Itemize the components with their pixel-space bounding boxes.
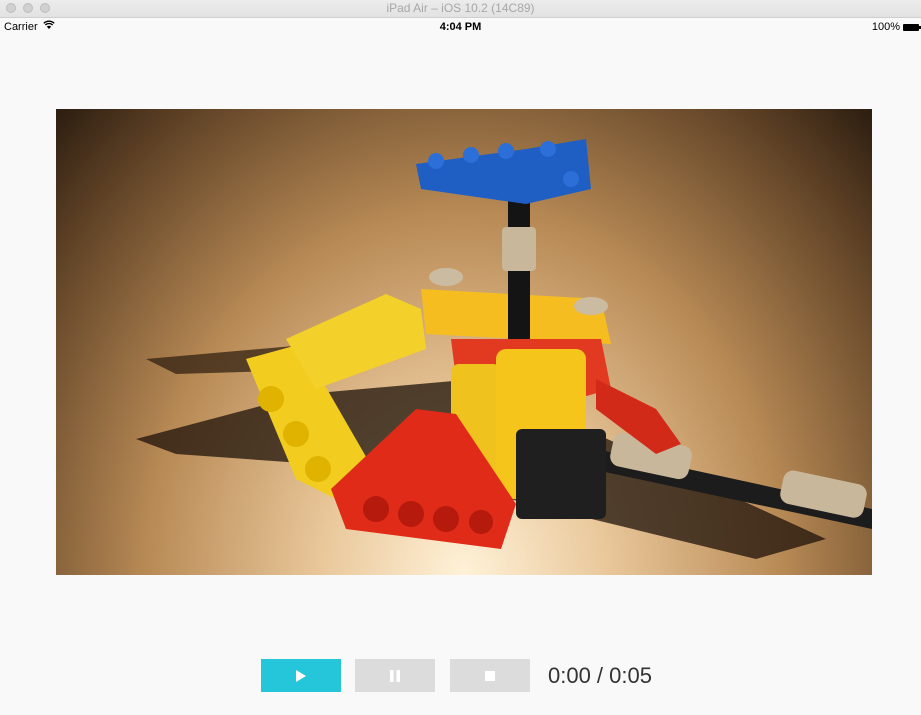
- stop-button[interactable]: [450, 659, 530, 692]
- video-frame[interactable]: [56, 109, 872, 575]
- status-time: 4:04 PM: [439, 21, 482, 33]
- stop-icon: [485, 670, 495, 681]
- lego-helicopter-image: [136, 139, 872, 559]
- battery-percentage: 100%: [871, 21, 900, 33]
- pause-button[interactable]: [355, 659, 435, 692]
- simulator-title-bar: iPad Air – iOS 10.2 (14C89): [0, 0, 921, 18]
- play-icon: [296, 669, 306, 682]
- pause-icon: [390, 669, 400, 682]
- battery-icon: [903, 24, 921, 31]
- window-title: iPad Air – iOS 10.2 (14C89): [386, 1, 535, 15]
- status-bar: Carrier 4:04 PM 100%: [0, 18, 921, 38]
- play-button[interactable]: [261, 659, 341, 692]
- time-display: 0:00 / 0:05: [548, 663, 652, 688]
